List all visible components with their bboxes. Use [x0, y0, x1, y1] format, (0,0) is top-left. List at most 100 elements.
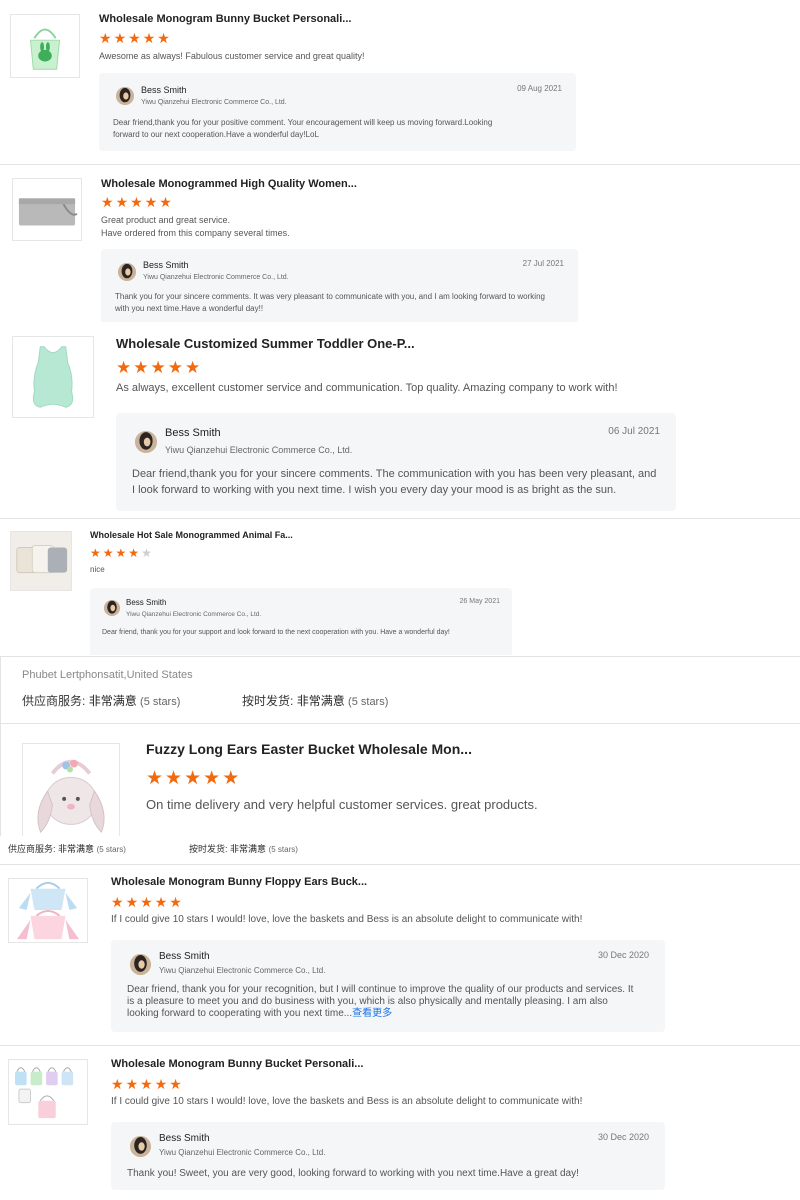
star-filled-icon: ★: [128, 546, 140, 560]
review-section-7: Wholesale Monogram Bunny Floppy Ears Buc…: [0, 865, 800, 1045]
product-thumbnail[interactable]: [12, 336, 94, 418]
star-filled-icon: ★: [185, 358, 201, 377]
seller-reply-box: Bess Smith Yiwu Qianzehui Electronic Com…: [99, 73, 576, 151]
star-filled-icon: ★: [159, 194, 172, 210]
review-section-2: Wholesale Monogrammed High Quality Women…: [0, 165, 800, 322]
review-section-8: Wholesale Monogram Bunny Bucket Personal…: [0, 1046, 800, 1200]
reply-company: Yiwu Qianzehui Electronic Commerce Co., …: [159, 966, 326, 975]
rating-stars: ★ ★ ★ ★ ★: [90, 547, 152, 559]
product-title[interactable]: Wholesale Hot Sale Monogrammed Animal Fa…: [90, 530, 293, 540]
star-filled-icon: ★: [142, 30, 156, 46]
reply-text: Thank you! Sweet, you are very good, loo…: [127, 1168, 579, 1179]
star-filled-icon: ★: [184, 768, 202, 789]
rating-stars: ★ ★ ★ ★ ★: [101, 195, 172, 209]
product-thumbnail[interactable]: [22, 743, 120, 836]
star-filled-icon: ★: [203, 768, 221, 789]
star-filled-icon: ★: [125, 1076, 139, 1092]
reply-author: Bess Smith: [126, 598, 167, 607]
reply-text: Dear friend, thank you for your recognit…: [127, 984, 639, 1020]
rating-stars: ★ ★ ★ ★ ★: [116, 359, 200, 376]
star-filled-icon: ★: [101, 194, 114, 210]
review-comment: On time delivery and very helpful custom…: [146, 797, 538, 812]
reply-date: 06 Jul 2021: [608, 426, 660, 437]
star-filled-icon: ★: [154, 1076, 168, 1092]
review-section-1: Wholesale Monogram Bunny Bucket Personal…: [0, 0, 800, 164]
seller-reply-box: Bess Smith Yiwu Qianzehui Electronic Com…: [101, 249, 578, 322]
product-thumbnail[interactable]: [8, 1059, 88, 1125]
seller-reply-box: Bess Smith Yiwu Qianzehui Electronic Com…: [111, 940, 665, 1032]
supplier-service-label: 供应商服务:: [8, 844, 56, 854]
delivery-label: 按时发货:: [242, 694, 294, 708]
rating-stars: ★ ★ ★ ★ ★: [146, 769, 239, 788]
rating-stars: ★ ★ ★ ★ ★: [99, 31, 170, 45]
review-comment-line: Great product and great service.: [101, 215, 231, 225]
product-title[interactable]: Wholesale Monogram Bunny Floppy Ears Buc…: [111, 876, 367, 888]
star-filled-icon: ★: [99, 30, 112, 46]
supplier-service-rating: 供应商服务: 非常满意 (5 stars): [22, 692, 180, 709]
reply-company: Yiwu Qianzehui Electronic Commerce Co., …: [141, 99, 287, 106]
star-filled-icon: ★: [169, 1076, 182, 1092]
rating-stars: ★ ★ ★ ★ ★: [111, 895, 182, 909]
product-title[interactable]: Fuzzy Long Ears Easter Bucket Wholesale …: [146, 741, 472, 757]
clutch-bag-icon: [18, 198, 78, 226]
product-thumbnail[interactable]: [10, 531, 72, 591]
supplier-service-stars: (5 stars): [96, 845, 126, 854]
star-filled-icon: ★: [144, 194, 158, 210]
reply-date: 30 Dec 2020: [597, 950, 649, 960]
fuzzy-bunny-bucket-icon: [37, 759, 105, 834]
review-comment: If I could give 10 stars I would! love, …: [111, 1096, 583, 1107]
review-comment: As always, excellent customer service an…: [116, 382, 618, 394]
reply-author: Bess Smith: [159, 1133, 210, 1144]
product-title[interactable]: Wholesale Monogrammed High Quality Women…: [101, 178, 357, 190]
bunny-bucket-icon: [29, 28, 61, 70]
star-filled-icon: ★: [167, 358, 183, 377]
product-thumbnail[interactable]: [10, 14, 80, 78]
on-time-delivery-rating: 按时发货: 非常满意 (5 stars): [242, 692, 388, 709]
avatar: [118, 263, 136, 281]
product-thumbnail[interactable]: [12, 178, 82, 241]
reply-date: 27 Jul 2021: [522, 259, 564, 268]
review-section-4: Wholesale Hot Sale Monogrammed Animal Fa…: [0, 519, 800, 655]
seller-reply-box: Bess Smith Yiwu Qianzehui Electronic Com…: [111, 1122, 665, 1190]
product-thumbnail[interactable]: [8, 878, 88, 943]
reply-text: Thank you for your sincere comments. It …: [115, 292, 545, 313]
review-comment: Awesome as always! Fabulous customer ser…: [99, 51, 365, 61]
product-title[interactable]: Wholesale Monogram Bunny Bucket Personal…: [111, 1058, 363, 1070]
product-title[interactable]: Wholesale Monogram Bunny Bucket Personal…: [99, 13, 351, 25]
star-filled-icon: ★: [111, 1076, 124, 1092]
review-comment-line: Have ordered from this company several t…: [101, 227, 290, 238]
reply-text: Dear friend,thank you for your positive …: [113, 118, 493, 139]
reply-text: Dear friend, thank you for your support …: [102, 629, 450, 636]
delivery-label: 按时发货:: [189, 844, 228, 854]
star-filled-icon: ★: [133, 358, 149, 377]
seller-reply-box: Bess Smith Yiwu Qianzehui Electronic Com…: [90, 588, 512, 655]
bunny-buckets-set-icon: [15, 1067, 74, 1119]
star-filled-icon: ★: [130, 194, 143, 210]
reply-company: Yiwu Qianzehui Electronic Commerce Co., …: [143, 274, 289, 281]
review-section-5: Phubet Lertphonsatit,United States 供应商服务…: [0, 656, 800, 836]
reply-author: Bess Smith: [143, 260, 189, 270]
supplier-service-rating: 供应商服务: 非常满意 (5 stars): [8, 842, 126, 855]
product-title[interactable]: Wholesale Customized Summer Toddler One-…: [116, 336, 415, 351]
avatar: [116, 87, 134, 105]
on-time-delivery-rating: 按时发货: 非常满意 (5 stars): [189, 842, 298, 855]
supplier-service-value: 非常满意: [88, 694, 137, 708]
avatar: [130, 1136, 151, 1157]
supplier-service-value: 非常满意: [58, 844, 95, 854]
ratings-strip: 供应商服务: 非常满意 (5 stars) 按时发货: 非常满意 (5 star…: [0, 836, 800, 864]
reply-text: Dear friend,thank you for your sincere c…: [132, 468, 657, 496]
review-comment: nice: [90, 565, 105, 574]
avatar: [104, 600, 120, 616]
star-filled-icon: ★: [90, 546, 101, 560]
review-comment: Great product and great service. Have or…: [101, 214, 290, 239]
star-filled-icon: ★: [157, 30, 170, 46]
supplier-service-stars: (5 stars): [140, 696, 181, 708]
review-comment: If I could give 10 stars I would! love, …: [111, 914, 583, 925]
reply-author: Bess Smith: [165, 427, 221, 439]
star-filled-icon: ★: [102, 546, 114, 560]
see-more-link[interactable]: 查看更多: [352, 1008, 392, 1019]
star-filled-icon: ★: [115, 546, 127, 560]
reply-company: Yiwu Qianzehui Electronic Commerce Co., …: [159, 1148, 326, 1157]
reply-date: 30 Dec 2020: [597, 1132, 649, 1142]
avatar: [130, 954, 151, 975]
